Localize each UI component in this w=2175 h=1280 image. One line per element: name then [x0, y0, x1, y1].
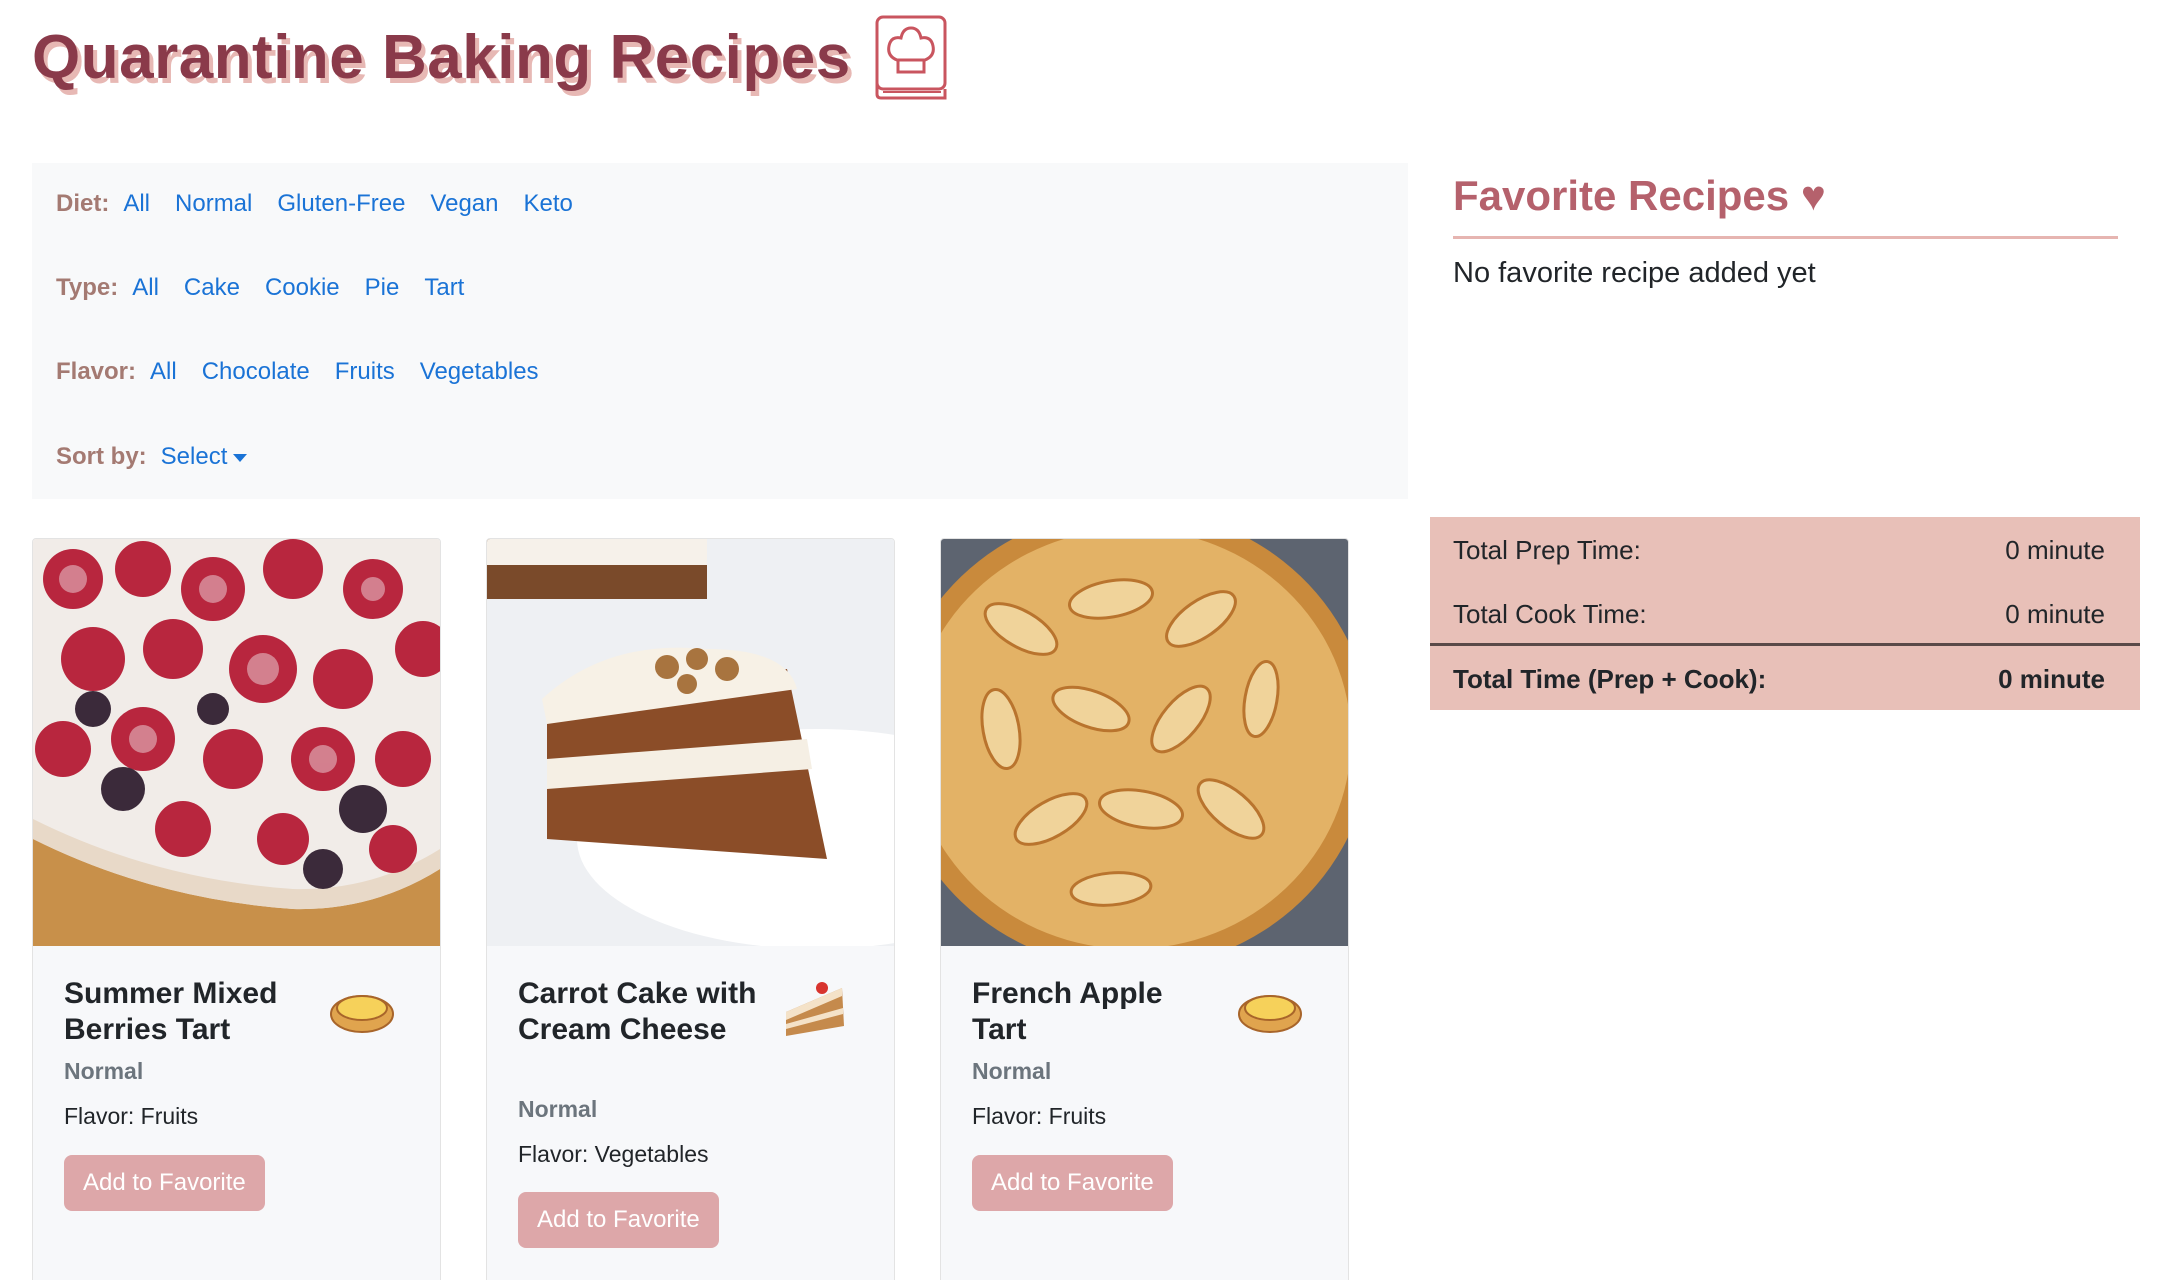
flavor-filter-all[interactable]: All: [150, 358, 177, 386]
carrot-cake-photo: [487, 539, 894, 946]
favorites-divider: [1453, 236, 2118, 239]
diet-filter-normal[interactable]: Normal: [175, 190, 252, 218]
page-header: Quarantine Baking Recipes: [32, 12, 949, 102]
recipe-diet: Normal: [518, 1096, 598, 1122]
total-time-label: Total Time (Prep + Cook):: [1453, 664, 1767, 694]
diet-filter-row: Diet: All Normal Gluten-Free Vegan Keto: [56, 184, 598, 224]
type-filter-tart[interactable]: Tart: [424, 274, 464, 302]
recipe-diet: Normal: [972, 1058, 1052, 1084]
berry-tart-photo: [33, 539, 440, 946]
recipe-flavor: Flavor: Fruits: [972, 1103, 1107, 1129]
sort-selected-value: Select: [160, 443, 228, 470]
favorites-empty-message: No favorite recipe added yet: [1453, 257, 1816, 289]
flavor-filter-fruits[interactable]: Fruits: [335, 358, 395, 386]
recipe-title: Summer Mixed Berries Tart: [64, 977, 278, 1046]
total-time-row: Total Time (Prep + Cook): 0 minute: [1453, 664, 2105, 695]
time-totals-panel: Total Prep Time: 0 minute Total Cook Tim…: [1430, 517, 2140, 710]
cake-slice-icon: [786, 982, 844, 1036]
sort-row: Sort by: Select: [56, 437, 248, 477]
recipe-flavor: Flavor: Vegetables: [518, 1141, 709, 1167]
recipe-card: French Apple Tart Normal Flavor: Fruits …: [940, 538, 1349, 1280]
type-filter-cookie[interactable]: Cookie: [265, 274, 340, 302]
sort-label: Sort by:: [56, 443, 147, 470]
type-filter-cake[interactable]: Cake: [184, 274, 240, 302]
add-to-favorite-button[interactable]: Add to Favorite: [64, 1155, 265, 1211]
diet-filter-label: Diet:: [56, 190, 110, 217]
diet-filter-vegan[interactable]: Vegan: [430, 190, 498, 218]
prep-time-label: Total Prep Time:: [1453, 535, 1641, 565]
card-body: French Apple Tart Normal Flavor: Fruits …: [941, 946, 1348, 1280]
apple-tart-photo: [941, 539, 1348, 946]
cook-time-label: Total Cook Time:: [1453, 599, 1647, 629]
card-body: Carrot Cake with Cream Cheese Normal Fla…: [487, 946, 894, 1280]
page-title: Quarantine Baking Recipes: [32, 22, 851, 92]
sort-dropdown[interactable]: Select: [161, 443, 248, 471]
cook-time-row: Total Cook Time: 0 minute: [1453, 599, 2105, 630]
recipe-title: French Apple Tart: [972, 977, 1163, 1046]
recipe-card: Carrot Cake with Cream Cheese Normal Fla…: [486, 538, 895, 1280]
add-to-favorite-button[interactable]: Add to Favorite: [972, 1155, 1173, 1211]
flavor-filter-label: Flavor:: [56, 358, 137, 385]
recipe-flavor: Flavor: Fruits: [64, 1103, 199, 1129]
add-to-favorite-button[interactable]: Add to Favorite: [518, 1192, 719, 1248]
type-filter-all[interactable]: All: [132, 274, 159, 302]
total-time-value: 0 minute: [1998, 664, 2105, 694]
type-filter-row: Type: All Cake Cookie Pie Tart: [56, 268, 489, 308]
flavor-filter-row: Flavor: All Chocolate Fruits Vegetables: [56, 352, 564, 392]
diet-filter-keto[interactable]: Keto: [524, 190, 573, 218]
flavor-filter-chocolate[interactable]: Chocolate: [202, 358, 310, 386]
diet-filter-all[interactable]: All: [123, 190, 150, 218]
recipe-diet: Normal: [64, 1058, 144, 1084]
recipe-title: Carrot Cake with Cream Cheese: [518, 977, 757, 1046]
favorites-title: Favorite Recipes ♥: [1453, 172, 1826, 219]
prep-time-value: 0 minute: [2005, 535, 2105, 565]
prep-time-row: Total Prep Time: 0 minute: [1453, 535, 2105, 566]
caret-down-icon: [233, 453, 248, 462]
diet-filter-gluten-free[interactable]: Gluten-Free: [277, 190, 405, 218]
filter-panel: Diet: All Normal Gluten-Free Vegan Keto …: [32, 163, 1408, 499]
tart-icon: [1238, 995, 1302, 1033]
flavor-filter-vegetables[interactable]: Vegetables: [420, 358, 539, 386]
recipe-card: Summer Mixed Berries Tart Normal Flavor:…: [32, 538, 441, 1280]
type-filter-label: Type:: [56, 274, 119, 301]
cook-time-value: 0 minute: [2005, 599, 2105, 629]
totals-divider: [1430, 643, 2140, 646]
chef-hat-book-icon: [875, 15, 947, 100]
type-filter-pie[interactable]: Pie: [365, 274, 400, 302]
tart-icon: [330, 995, 394, 1033]
card-body: Summer Mixed Berries Tart Normal Flavor:…: [33, 946, 440, 1280]
